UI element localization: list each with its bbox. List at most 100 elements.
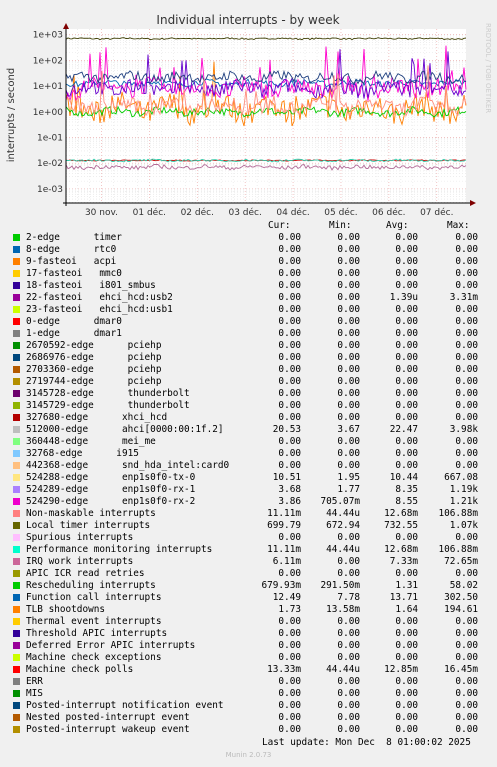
legend-swatch <box>13 570 20 577</box>
legend-min-value: 705.07m <box>320 496 360 507</box>
legend-avg-value: 12.85m <box>384 664 418 675</box>
legend-header-min: Min: <box>329 220 352 231</box>
legend-cur-value: 0.00 <box>278 352 301 363</box>
legend-min-value: 13.58m <box>326 604 360 615</box>
legend-cur-value: 0.00 <box>278 376 301 387</box>
legend-swatch <box>13 234 20 241</box>
legend-series-name: Local timer interrupts <box>26 520 151 531</box>
legend-cur-value: 0.00 <box>278 304 301 315</box>
legend-swatch <box>13 558 20 565</box>
legend-avg-value: 10.44 <box>389 472 418 483</box>
legend-row: Non-maskable interrupts 11.11m 44.44u 12.68… <box>0 508 497 520</box>
legend-cur-value: 6.11m <box>272 556 301 567</box>
legend-series-name: 2719744-edge pciehp <box>26 376 162 387</box>
legend-cur-value: 3.68 <box>278 484 301 495</box>
legend-swatch <box>13 426 20 433</box>
legend-avg-value: 0.00 <box>395 316 418 327</box>
legend-max-value: 0.00 <box>455 376 478 387</box>
legend-min-value: 44.44u <box>326 508 360 519</box>
legend-avg-value: 0.00 <box>395 532 418 543</box>
legend-swatch <box>13 474 20 481</box>
legend-swatch <box>13 402 20 409</box>
legend-avg-value: 0.00 <box>395 352 418 363</box>
legend-min-value: 0.00 <box>337 388 360 399</box>
legend-swatch <box>13 366 20 373</box>
legend-max-value: 0.00 <box>455 412 478 423</box>
legend-max-value: 0.00 <box>455 244 478 255</box>
legend-max-value: 0.00 <box>455 700 478 711</box>
legend-swatch <box>13 462 20 469</box>
legend-row: 524290-edge enp1s0f0-rx-2 3.86 705.07m 8.55… <box>0 496 497 508</box>
legend-avg-value: 0.00 <box>395 568 418 579</box>
legend-min-value: 1.77 <box>337 484 360 495</box>
legend-max-value: 0.00 <box>455 388 478 399</box>
legend-swatch <box>13 618 20 625</box>
legend-max-value: 0.00 <box>455 340 478 351</box>
legend-avg-value: 0.00 <box>395 328 418 339</box>
legend-min-value: 7.78 <box>337 592 360 603</box>
legend-swatch <box>13 438 20 445</box>
x-tick-label: 02 déc. <box>181 207 214 218</box>
x-tick-label: 03 déc. <box>228 207 261 218</box>
legend-avg-value: 0.00 <box>395 412 418 423</box>
legend-min-value: 0.00 <box>337 328 360 339</box>
legend-series-name: Machine check exceptions <box>26 652 162 663</box>
legend-min-value: 0.00 <box>337 268 360 279</box>
legend-series-name: MIS <box>26 688 43 699</box>
legend-swatch <box>13 330 20 337</box>
legend-avg-value: 0.00 <box>395 712 418 723</box>
legend-series-name: 524288-edge enp1s0f0-tx-0 <box>26 472 196 483</box>
legend-min-value: 44.44u <box>326 664 360 675</box>
legend-swatch <box>13 378 20 385</box>
legend-cur-value: 0.00 <box>278 400 301 411</box>
legend-avg-value: 22.47 <box>389 424 418 435</box>
legend-max-value: 0.00 <box>455 268 478 279</box>
legend-min-value: 0.00 <box>337 628 360 639</box>
legend-cur-value: 0.00 <box>278 712 301 723</box>
legend-avg-value: 0.00 <box>395 340 418 351</box>
legend-row: 1-edge dmar1 0.00 0.00 0.00 0.00 <box>0 328 497 340</box>
legend-min-value: 0.00 <box>337 652 360 663</box>
legend-avg-value: 7.33m <box>389 556 418 567</box>
legend-series-name: 9-fasteoi acpi <box>26 256 117 267</box>
legend-swatch <box>13 390 20 397</box>
legend-row: 32768-edge i915 0.00 0.00 0.00 0.00 <box>0 448 497 460</box>
legend-swatch <box>13 510 20 517</box>
legend-min-value: 0.00 <box>337 280 360 291</box>
legend-swatch <box>13 354 20 361</box>
interrupts-chart: Individual interrupts - by week interrup… <box>0 0 497 220</box>
legend-avg-value: 0.00 <box>395 688 418 699</box>
legend-max-value: 302.50 <box>444 592 478 603</box>
legend-series-name: 0-edge dmar0 <box>26 316 122 327</box>
legend-max-value: 0.00 <box>455 436 478 447</box>
last-update-text: Last update: Mon Dec 8 01:00:02 2025 <box>262 737 471 748</box>
legend-swatch <box>13 606 20 613</box>
legend-min-value: 0.00 <box>337 436 360 447</box>
legend-cur-value: 0.00 <box>278 652 301 663</box>
legend-max-value: 106.88m <box>438 544 478 555</box>
legend-series-name: Thermal event interrupts <box>26 616 162 627</box>
legend-max-value: 0.00 <box>455 676 478 687</box>
legend-series-name: 3145729-edge thunderbolt <box>26 400 190 411</box>
legend-min-value: 0.00 <box>337 364 360 375</box>
legend-row: 360448-edge mei_me 0.00 0.00 0.00 0.00 <box>0 436 497 448</box>
legend-avg-value: 8.55 <box>395 496 418 507</box>
legend-avg-value: 1.64 <box>395 604 418 615</box>
legend-row: Function call interrupts 12.49 7.78 13.71 30… <box>0 592 497 604</box>
legend-avg-value: 0.00 <box>395 700 418 711</box>
legend-swatch <box>13 702 20 709</box>
legend-cur-value: 0.00 <box>278 532 301 543</box>
legend-cur-value: 11.11m <box>267 508 301 519</box>
x-tick-label: 04 déc. <box>276 207 309 218</box>
legend-row: Posted-interrupt wakeup event 0.00 0.00 0.0… <box>0 724 497 736</box>
legend-row: ERR 0.00 0.00 0.00 0.00 <box>0 676 497 688</box>
legend-row: 327680-edge xhci_hcd 0.00 0.00 0.00 0.00 <box>0 412 497 424</box>
legend-swatch <box>13 666 20 673</box>
legend-cur-value: 0.00 <box>278 256 301 267</box>
legend-max-value: 0.00 <box>455 256 478 267</box>
legend-series-name: Rescheduling interrupts <box>26 580 156 591</box>
legend-cur-value: 0.00 <box>278 292 301 303</box>
legend-avg-value: 13.71 <box>389 592 418 603</box>
x-tick-label: 07 déc. <box>420 207 453 218</box>
legend-max-value: 0.00 <box>455 628 478 639</box>
